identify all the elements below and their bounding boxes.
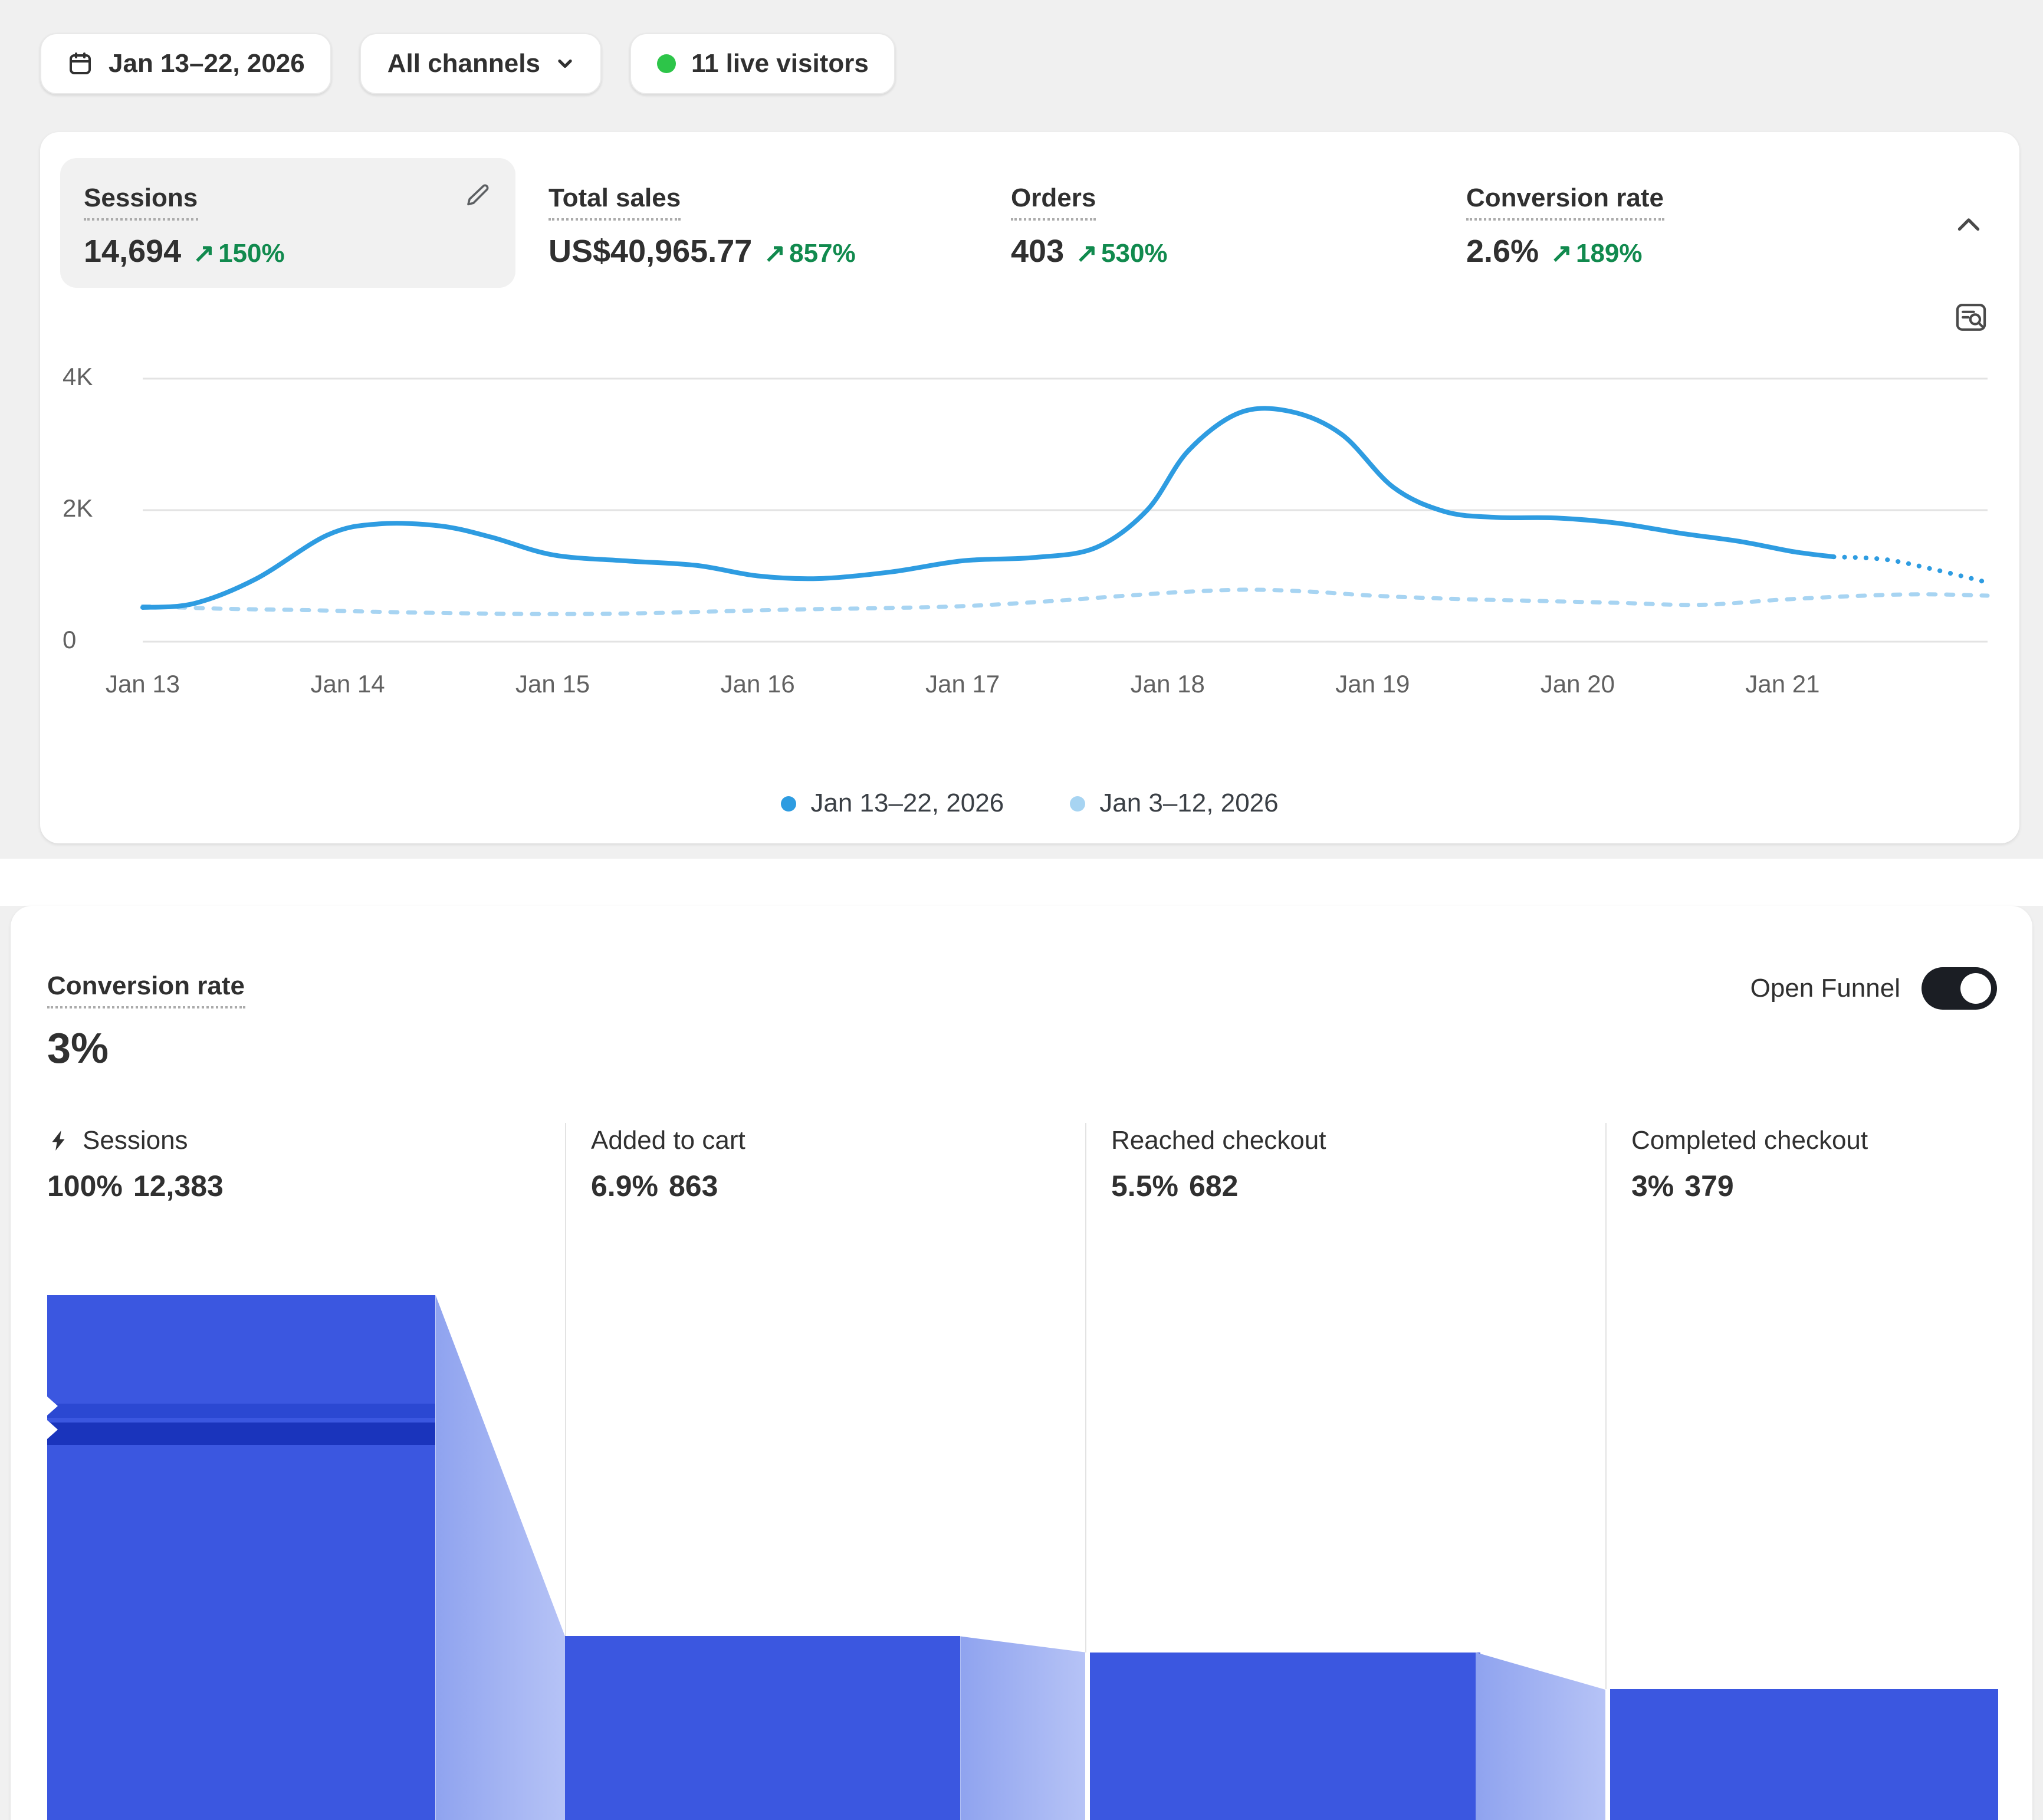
explore-data-button[interactable] [1953, 300, 1989, 335]
live-visitors-button[interactable]: 11 live visitors [630, 33, 896, 94]
collapse-chart-button[interactable] [1953, 210, 1984, 241]
step-value: 6.9%863 [591, 1167, 1085, 1207]
svg-text:Jan 14: Jan 14 [311, 670, 385, 698]
step-label: Completed checkout [1631, 1123, 1868, 1158]
open-funnel-toggle[interactable] [1922, 967, 1997, 1010]
funnel-bar [1090, 1653, 1480, 1820]
funnel-step-sessions: Sessions 100%12,383 [47, 1123, 565, 1820]
date-range-button[interactable]: Jan 13–22, 2026 [40, 33, 332, 94]
funnel-step-added-to-cart: Added to cart 6.9%863 [565, 1123, 1085, 1820]
open-funnel-label: Open Funnel [1750, 973, 1900, 1004]
funnel-step-reached-checkout: Reached checkout 5.5%682 [1085, 1123, 1605, 1820]
funnel-step-completed-checkout: Completed checkout 3%379 [1605, 1123, 2002, 1820]
analytics-page: Jan 13–22, 2026 All channels 11 live vis… [0, 0, 2043, 1820]
svg-text:Jan 20: Jan 20 [1541, 670, 1615, 698]
svg-text:Jan 21: Jan 21 [1745, 670, 1819, 698]
section-divider [0, 859, 2043, 906]
calendar-icon [67, 51, 93, 77]
funnel-bar-stripe [47, 1423, 436, 1445]
svg-text:4K: 4K [63, 367, 93, 390]
metric-tab-total-sales[interactable]: Total sales US$40,965.77 ↗ 857% [548, 158, 1011, 288]
funnel-transition [1476, 1295, 1606, 1820]
metric-value: US$40,965.77 [548, 231, 752, 271]
overview-chart-card: Sessions 14,694 ↗ 150% Total sales US$40 [40, 132, 2019, 843]
svg-text:2K: 2K [63, 494, 93, 522]
date-range-label: Jan 13–22, 2026 [109, 48, 305, 79]
svg-text:0: 0 [63, 626, 76, 653]
metric-delta: ↗ 189% [1551, 234, 1642, 274]
live-visitors-label: 11 live visitors [691, 48, 869, 79]
step-value: 5.5%682 [1111, 1167, 1605, 1207]
channels-label: All channels [387, 48, 540, 79]
svg-text:Jan 16: Jan 16 [721, 670, 795, 698]
legend-previous-period: Jan 3–12, 2026 [1070, 788, 1278, 819]
sessions-chart-area: 0 2K 4K Jan 13 Jan 14 Jan 15 Jan 16 Jan 17 Jan 1… [60, 367, 1999, 727]
funnel-bar [1610, 1690, 1999, 1820]
metric-label: Sessions [84, 182, 198, 221]
funnel-transition [436, 1295, 566, 1820]
svg-text:Jan 17: Jan 17 [925, 670, 1000, 698]
metric-delta: ↗ 530% [1076, 234, 1167, 274]
funnel-steps: Sessions 100%12,383 [47, 1123, 2002, 1820]
legend-current-period: Jan 13–22, 2026 [781, 788, 1004, 819]
funnel-bar-stripe [47, 1404, 436, 1418]
funnel-bar-notch [47, 1420, 58, 1439]
metric-tab-orders[interactable]: Orders 403 ↗ 530% [1011, 158, 1466, 288]
metric-label: Total sales [548, 182, 681, 221]
trend-up-icon: ↗ [193, 234, 215, 274]
funnel-bar [47, 1295, 436, 1820]
metric-label: Orders [1011, 182, 1096, 221]
lightning-bolt-icon [47, 1129, 71, 1152]
live-indicator-icon [657, 54, 676, 73]
funnel-transition [960, 1295, 1085, 1820]
funnel-rate-value: 3% [47, 1025, 2002, 1072]
step-label: Reached checkout [1111, 1123, 1326, 1158]
funnel-bar-notch [47, 1397, 58, 1415]
step-label: Added to cart [591, 1123, 745, 1158]
chevron-down-icon [556, 54, 574, 73]
open-funnel-control: Open Funnel [1750, 967, 1997, 1010]
toggle-knob [1960, 973, 1991, 1004]
magnifier-report-icon [1953, 300, 1989, 335]
trend-up-icon: ↗ [1076, 234, 1098, 274]
metric-delta: ↗ 150% [193, 234, 284, 274]
trend-up-icon: ↗ [1551, 234, 1572, 274]
metric-value: 2.6% [1466, 231, 1539, 271]
svg-text:Jan 19: Jan 19 [1335, 670, 1410, 698]
funnel-bar [565, 1637, 960, 1820]
legend-dot-current [781, 796, 796, 811]
metric-delta: ↗ 857% [764, 234, 855, 274]
channels-dropdown[interactable]: All channels [360, 33, 602, 94]
chevron-up-icon [1953, 210, 1984, 241]
metric-tab-conversion-rate[interactable]: Conversion rate 2.6% ↗ 189% [1466, 158, 1938, 288]
metric-value: 14,694 [84, 231, 181, 271]
metric-value: 403 [1011, 231, 1064, 271]
metric-tab-sessions[interactable]: Sessions 14,694 ↗ 150% [60, 158, 515, 288]
svg-text:Jan 13: Jan 13 [106, 670, 180, 698]
conversion-funnel-card: Conversion rate 3% Open Funnel Sessions … [11, 906, 2032, 1820]
legend-dot-previous [1070, 796, 1085, 811]
edit-pencil-icon[interactable] [464, 182, 492, 210]
trend-up-icon: ↗ [764, 234, 786, 274]
chart-legend: Jan 13–22, 2026 Jan 3–12, 2026 [60, 786, 1999, 821]
sessions-line-chart: 0 2K 4K Jan 13 Jan 14 Jan 15 Jan 16 Jan 17 Jan 1… [60, 367, 1999, 721]
metric-tabs: Sessions 14,694 ↗ 150% Total sales US$40 [60, 158, 1999, 288]
svg-text:Jan 15: Jan 15 [515, 670, 590, 698]
step-value: 100%12,383 [47, 1167, 565, 1207]
step-value: 3%379 [1631, 1167, 2002, 1207]
funnel-title: Conversion rate [47, 970, 245, 1008]
metric-label: Conversion rate [1466, 182, 1664, 221]
svg-text:Jan 18: Jan 18 [1131, 670, 1205, 698]
filter-bar: Jan 13–22, 2026 All channels 11 live vis… [0, 0, 2043, 94]
step-label: Sessions [83, 1123, 188, 1158]
